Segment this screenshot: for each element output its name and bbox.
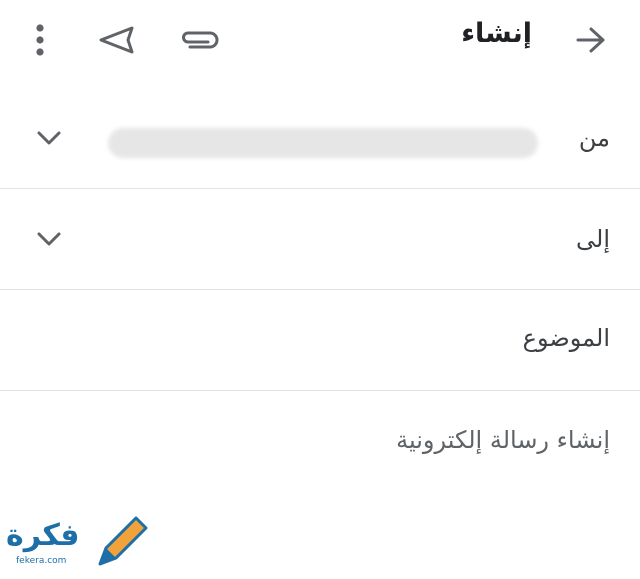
compose-toolbar: إنشاء [0, 0, 640, 82]
watermark-text: فكرة [6, 518, 80, 553]
more-options-button[interactable] [22, 20, 58, 60]
to-row[interactable]: إلى [0, 189, 640, 290]
body-input[interactable]: إنشاء رسالة إلكترونية [396, 426, 610, 454]
subject-row[interactable]: الموضوع [0, 290, 640, 391]
page-title: إنشاء [461, 18, 532, 49]
pencil-icon [98, 516, 148, 566]
from-address-redacted [108, 128, 538, 158]
chevron-down-icon[interactable] [36, 130, 62, 146]
send-button[interactable] [94, 20, 138, 60]
arrow-right-icon [576, 27, 605, 53]
send-icon [99, 26, 134, 54]
more-vert-icon [36, 24, 44, 56]
subject-input[interactable]: الموضوع [523, 324, 610, 352]
paperclip-icon [182, 31, 219, 49]
to-label: إلى [576, 225, 610, 253]
watermark-logo: فكرة fekera.com [6, 512, 156, 572]
from-label: من [578, 124, 610, 152]
back-button[interactable] [570, 20, 612, 60]
watermark-domain: fekera.com [16, 556, 67, 566]
attach-button[interactable] [176, 22, 222, 58]
chevron-down-icon[interactable] [36, 231, 62, 247]
